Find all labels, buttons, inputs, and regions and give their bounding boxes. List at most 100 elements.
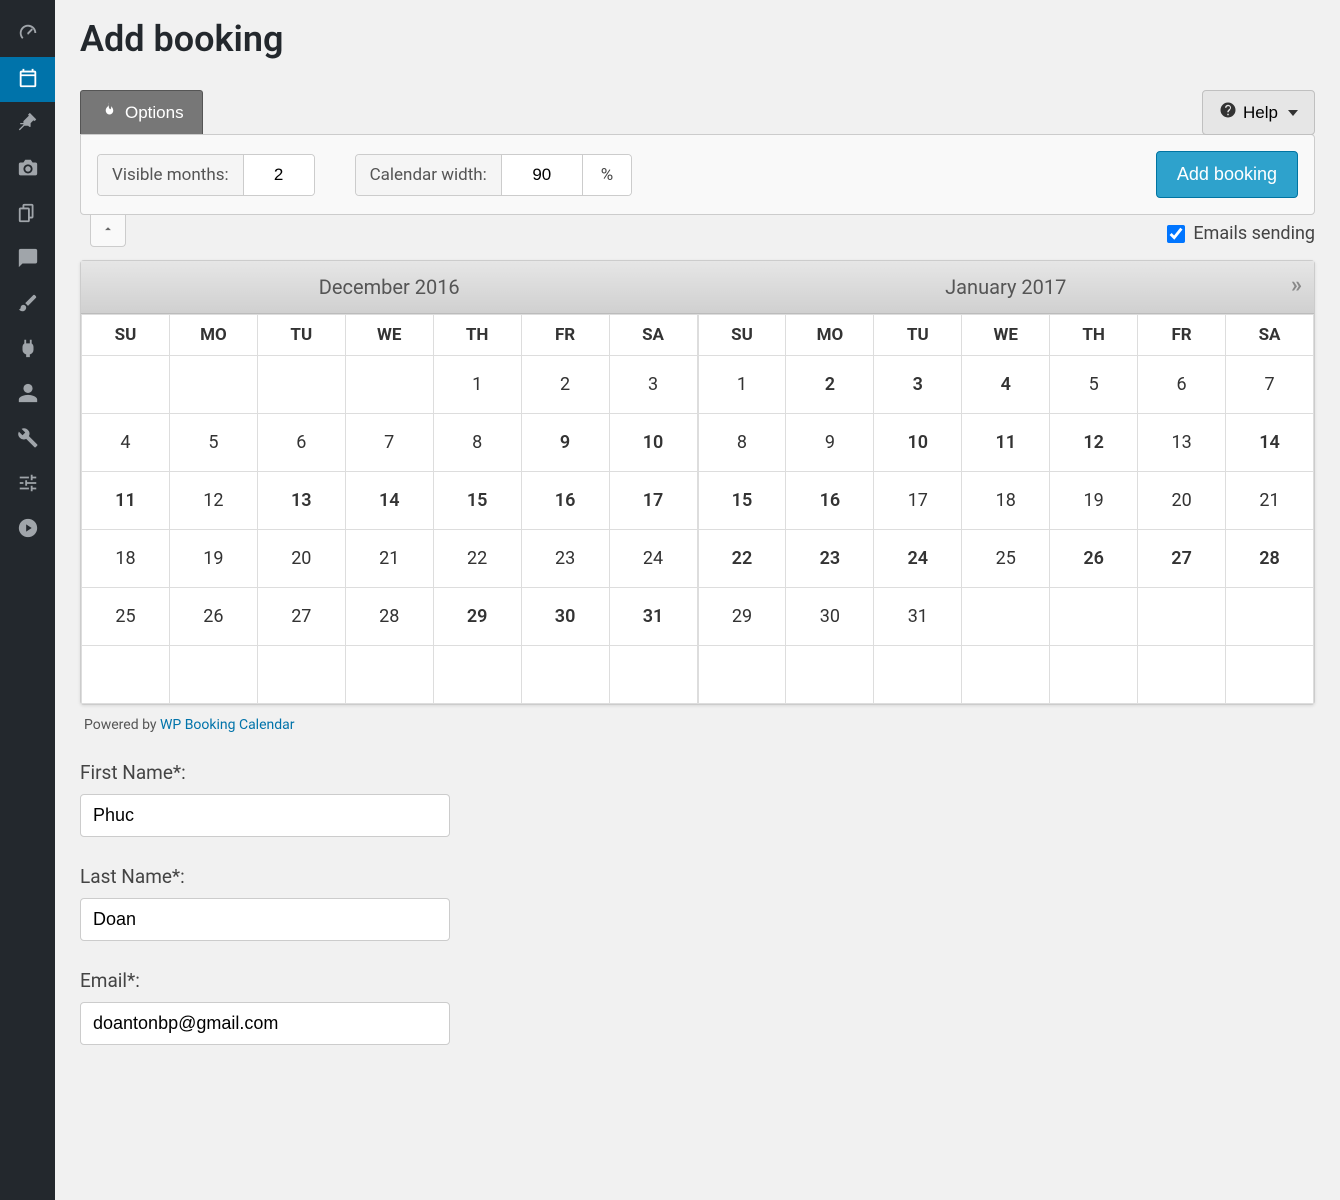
calendar-width-input[interactable] [502,155,582,195]
sidebar-item-settings[interactable] [0,462,55,507]
calendar-day[interactable]: 23 [786,530,874,588]
options-tab[interactable]: Options [80,90,203,134]
add-booking-button[interactable]: Add booking [1156,151,1298,198]
plug-icon [17,337,39,363]
calendar-empty [1226,588,1314,646]
calendar-day[interactable]: 16 [521,472,609,530]
calendar-day[interactable]: 30 [786,588,874,646]
calendar-day[interactable]: 18 [962,472,1050,530]
calendar-day[interactable]: 28 [1226,530,1314,588]
calendar-day[interactable]: 21 [345,530,433,588]
visible-months-input[interactable] [244,155,314,195]
first-name-input[interactable] [80,794,450,837]
sidebar-item-users[interactable] [0,372,55,417]
help-button[interactable]: Help [1202,90,1315,135]
emails-sending-checkbox[interactable] [1167,225,1185,243]
calendar-day[interactable]: 14 [1226,414,1314,472]
calendar-day[interactable]: 27 [1138,530,1226,588]
calendar-empty [786,646,874,704]
calendar-day[interactable]: 1 [698,356,786,414]
calendar-day[interactable]: 13 [257,472,345,530]
calendar-day[interactable]: 17 [874,472,962,530]
calendar-day[interactable]: 1 [433,356,521,414]
calendar-day[interactable]: 29 [698,588,786,646]
calendar-day[interactable]: 14 [345,472,433,530]
calendar-day[interactable]: 25 [82,588,170,646]
calendar-day[interactable]: 6 [257,414,345,472]
calendar-day[interactable]: 15 [433,472,521,530]
calendar-day[interactable]: 10 [609,414,697,472]
calendar-day[interactable]: 11 [82,472,170,530]
calendar-day[interactable]: 30 [521,588,609,646]
calendar-day[interactable]: 17 [609,472,697,530]
calendar-day[interactable]: 9 [521,414,609,472]
next-month-button[interactable]: » [1291,273,1302,298]
calendar-day[interactable]: 24 [874,530,962,588]
fire-icon [99,101,117,124]
calendar-day[interactable]: 6 [1138,356,1226,414]
calendar-empty [1050,646,1138,704]
calendar-empty [345,356,433,414]
sidebar-item-pages[interactable] [0,192,55,237]
sidebar-item-booking[interactable] [0,57,55,102]
calendar-day[interactable]: 5 [1050,356,1138,414]
calendar-empty [1138,646,1226,704]
calendar-day[interactable]: 24 [609,530,697,588]
sidebar-item-comments[interactable] [0,237,55,282]
calendar-day[interactable]: 8 [698,414,786,472]
sidebar-item-appearance[interactable] [0,282,55,327]
calendar-day[interactable]: 2 [521,356,609,414]
calendar-day[interactable]: 3 [609,356,697,414]
calendar-day[interactable]: 31 [609,588,697,646]
calendar-day[interactable]: 19 [169,530,257,588]
chevron-down-icon [1288,110,1298,116]
calendar-day[interactable]: 5 [169,414,257,472]
calendar-day[interactable]: 4 [962,356,1050,414]
calendar-day[interactable]: 23 [521,530,609,588]
calendar-day[interactable]: 11 [962,414,1050,472]
calendar-day[interactable]: 9 [786,414,874,472]
sidebar-item-posts[interactable] [0,102,55,147]
calendar-day[interactable]: 22 [698,530,786,588]
calendar-day[interactable]: 26 [1050,530,1138,588]
powered-link[interactable]: WP Booking Calendar [160,717,295,733]
weekday-header: MO [786,315,874,356]
sidebar-item-media[interactable] [0,147,55,192]
calendar-day[interactable]: 16 [786,472,874,530]
calendar-day[interactable]: 7 [1226,356,1314,414]
calendar-day[interactable]: 20 [1138,472,1226,530]
calendar-day[interactable]: 27 [257,588,345,646]
calendar-day[interactable]: 19 [1050,472,1138,530]
admin-sidebar [0,0,55,1200]
calendar-day[interactable]: 4 [82,414,170,472]
calendar-day[interactable]: 12 [169,472,257,530]
sidebar-item-collapse[interactable] [0,507,55,552]
calendar-day[interactable]: 12 [1050,414,1138,472]
calendar-day[interactable]: 21 [1226,472,1314,530]
calendar-day[interactable]: 22 [433,530,521,588]
calendar-day[interactable]: 31 [874,588,962,646]
sidebar-item-tools[interactable] [0,417,55,462]
calendar-day[interactable]: 25 [962,530,1050,588]
camera-icon [17,157,39,183]
calendar-day[interactable]: 7 [345,414,433,472]
sidebar-item-plugins[interactable] [0,327,55,372]
calendar-day[interactable]: 2 [786,356,874,414]
calendar-empty [521,646,609,704]
calendar-day[interactable]: 28 [345,588,433,646]
collapse-panel-button[interactable] [90,215,126,247]
calendar-day[interactable]: 26 [169,588,257,646]
weekday-header: TH [433,315,521,356]
calendar-day[interactable]: 29 [433,588,521,646]
calendar-day[interactable]: 18 [82,530,170,588]
last-name-input[interactable] [80,898,450,941]
calendar-day[interactable]: 15 [698,472,786,530]
calendar-day[interactable]: 3 [874,356,962,414]
calendar-day[interactable]: 10 [874,414,962,472]
sidebar-item-dashboard[interactable] [0,12,55,57]
email-label: Email*: [80,969,1315,992]
calendar-day[interactable]: 8 [433,414,521,472]
email-input[interactable] [80,1002,450,1045]
calendar-day[interactable]: 13 [1138,414,1226,472]
calendar-day[interactable]: 20 [257,530,345,588]
